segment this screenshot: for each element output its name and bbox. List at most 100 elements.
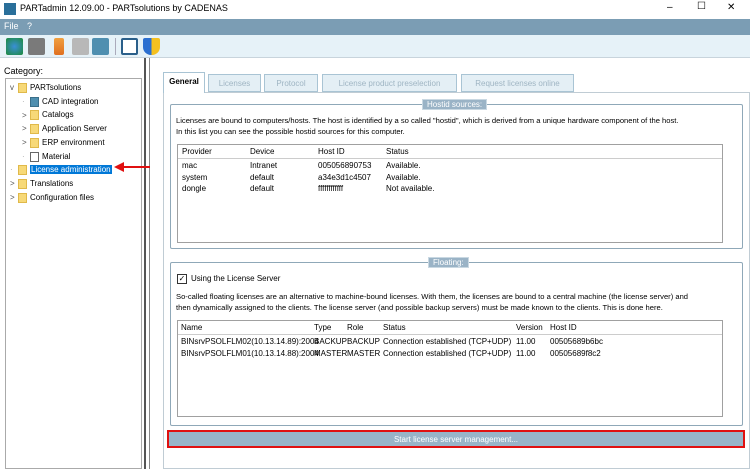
app-icon [4, 3, 16, 15]
table-cell: 005056890753 [318, 161, 372, 170]
tab-protocol[interactable]: Protocol [264, 74, 318, 92]
folder-icon [18, 165, 27, 176]
document-icon [30, 151, 39, 162]
table-cell: MASTER [347, 348, 381, 358]
menu-help[interactable]: ? [27, 21, 32, 31]
tab-license-product-preselection[interactable]: License product preselection [322, 74, 457, 92]
column-header[interactable]: Role [347, 323, 363, 332]
settings-panel-icon[interactable] [92, 38, 109, 55]
expander-icon[interactable]: > [22, 124, 30, 133]
category-tree[interactable]: v PARTsolutions · CAD integration > Catalogs >… [5, 78, 142, 469]
shield-icon[interactable] [143, 38, 160, 55]
column-header[interactable]: Name [181, 323, 202, 332]
maximize-button[interactable]: ☐ [697, 1, 706, 12]
column-header[interactable]: Status [383, 323, 406, 332]
tree-item[interactable]: · Material [22, 151, 71, 165]
table-row[interactable]: BINsrvPSOLFLM02(10.13.14.89):2004 BACKUP B… [178, 337, 722, 348]
expander-icon[interactable]: v [10, 83, 18, 92]
tree-item[interactable]: · License administration [10, 165, 112, 178]
tree-item-label: ERP environment [42, 137, 105, 147]
tree-item-label: Configuration files [30, 192, 95, 202]
table-cell: Intranet [250, 161, 278, 170]
table-cell: default [250, 172, 275, 182]
tab-licenses[interactable]: Licenses [208, 74, 261, 92]
expander-icon[interactable]: > [22, 138, 30, 147]
tree-item[interactable]: > ERP environment [22, 137, 105, 151]
close-button[interactable]: ✕ [727, 2, 735, 13]
tree-item[interactable]: v PARTsolutions [10, 83, 81, 96]
tab-request-licenses-online[interactable]: Request licenses online [461, 74, 574, 92]
expander-icon[interactable]: > [10, 179, 18, 188]
tree-item[interactable]: > Configuration files [10, 192, 95, 206]
tree-item-label: Catalogs [42, 110, 74, 120]
column-header[interactable]: Host ID [550, 323, 577, 332]
table-row[interactable]: mac Intranet 005056890753 Available. [178, 161, 722, 172]
license-server-checkbox-label[interactable]: Using the License Server [191, 274, 280, 283]
folder-icon [18, 83, 27, 93]
tree-item[interactable]: · CAD integration [22, 96, 99, 110]
save-icon[interactable] [121, 38, 138, 55]
table-cell: BACKUP [347, 337, 380, 346]
window-title: PARTadmin 12.09.00 - PARTsolutions by CA… [20, 3, 228, 13]
column-header[interactable]: Version [516, 323, 543, 332]
hierarchy-icon[interactable] [54, 38, 64, 55]
folder-icon [30, 137, 39, 148]
list-header: Provider Device Host ID Status [178, 145, 722, 159]
tree-item-label: Application Server [42, 124, 107, 134]
license-server-list[interactable]: Name Type Role Status Version Host ID BINsrvPS… [177, 320, 723, 417]
toolbar-separator [115, 38, 116, 55]
column-header[interactable]: Status [386, 147, 409, 156]
column-header[interactable]: Provider [182, 147, 212, 156]
hostid-group-title: Hostid sources: [422, 99, 488, 110]
table-row[interactable]: system default a34e3d1c4507 Available. [178, 173, 722, 184]
table-cell: dongle [182, 184, 207, 193]
table-cell: BACKUP [314, 337, 347, 346]
floating-group: Floating: ✓ Using the License Server So-… [170, 257, 743, 426]
tree-item-label: License administration [30, 165, 112, 175]
minimize-button[interactable]: – [667, 2, 673, 13]
table-cell: BINsrvPSOLFLM02(10.13.14.89):2004 [181, 337, 319, 346]
category-label: Category: [4, 66, 44, 76]
license-server-checkbox[interactable]: ✓ [177, 274, 187, 284]
column-header[interactable]: Host ID [318, 147, 345, 156]
cad-icon [30, 96, 39, 107]
hostid-group: Hostid sources: Licenses are bound to co… [170, 99, 743, 249]
floating-description: So-called floating licenses are an alter… [176, 292, 689, 301]
keys-icon[interactable] [72, 38, 89, 55]
table-row[interactable]: BINsrvPSOLFLM01(10.13.14.88):2004 MASTER M… [178, 349, 722, 360]
table-row[interactable]: dongle default ffffffffffff Not available. [178, 184, 722, 195]
folder-icon [30, 124, 39, 135]
folder-icon [18, 178, 27, 189]
menu-file[interactable]: File [4, 21, 19, 31]
tree-item-label: CAD integration [42, 96, 99, 106]
folder-icon [18, 192, 27, 203]
splitter[interactable] [144, 58, 150, 469]
table-cell: BINsrvPSOLFLM01(10.13.14.88):2004 [181, 348, 319, 358]
tree-item-label: PARTsolutions [30, 83, 82, 93]
table-cell: 11.00 [516, 348, 536, 358]
table-cell: MASTER [314, 348, 348, 358]
tree-item[interactable]: > Application Server [22, 124, 107, 137]
expander-icon[interactable]: > [22, 111, 30, 120]
table-cell: ffffffffffff [318, 184, 344, 193]
table-cell: default [250, 184, 275, 193]
title-bar: PARTadmin 12.09.00 - PARTsolutions by CA… [0, 0, 750, 19]
refresh-globe-icon[interactable] [6, 38, 23, 55]
tree-item[interactable]: > Translations [10, 178, 74, 192]
table-cell: 00505689f8c2 [550, 348, 601, 358]
table-cell: 11.00 [516, 337, 536, 346]
tree-item-label: Translations [30, 179, 74, 188]
floating-group-title: Floating: [428, 257, 469, 268]
hostid-list[interactable]: Provider Device Host ID Status mac Intranet 00… [177, 144, 723, 243]
table-cell: Not available. [386, 184, 435, 193]
column-header[interactable]: Device [250, 147, 274, 156]
tree-line: · [22, 151, 25, 161]
table-cell: Available. [386, 172, 421, 182]
tab-general[interactable]: General [163, 72, 205, 93]
column-header[interactable]: Type [314, 323, 331, 332]
tools-icon[interactable] [28, 38, 45, 55]
expander-icon[interactable]: > [10, 193, 18, 202]
tree-item-label: Material [42, 151, 71, 161]
tree-item[interactable]: > Catalogs [22, 110, 74, 123]
start-license-server-management-button[interactable]: Start license server management... [167, 430, 745, 448]
